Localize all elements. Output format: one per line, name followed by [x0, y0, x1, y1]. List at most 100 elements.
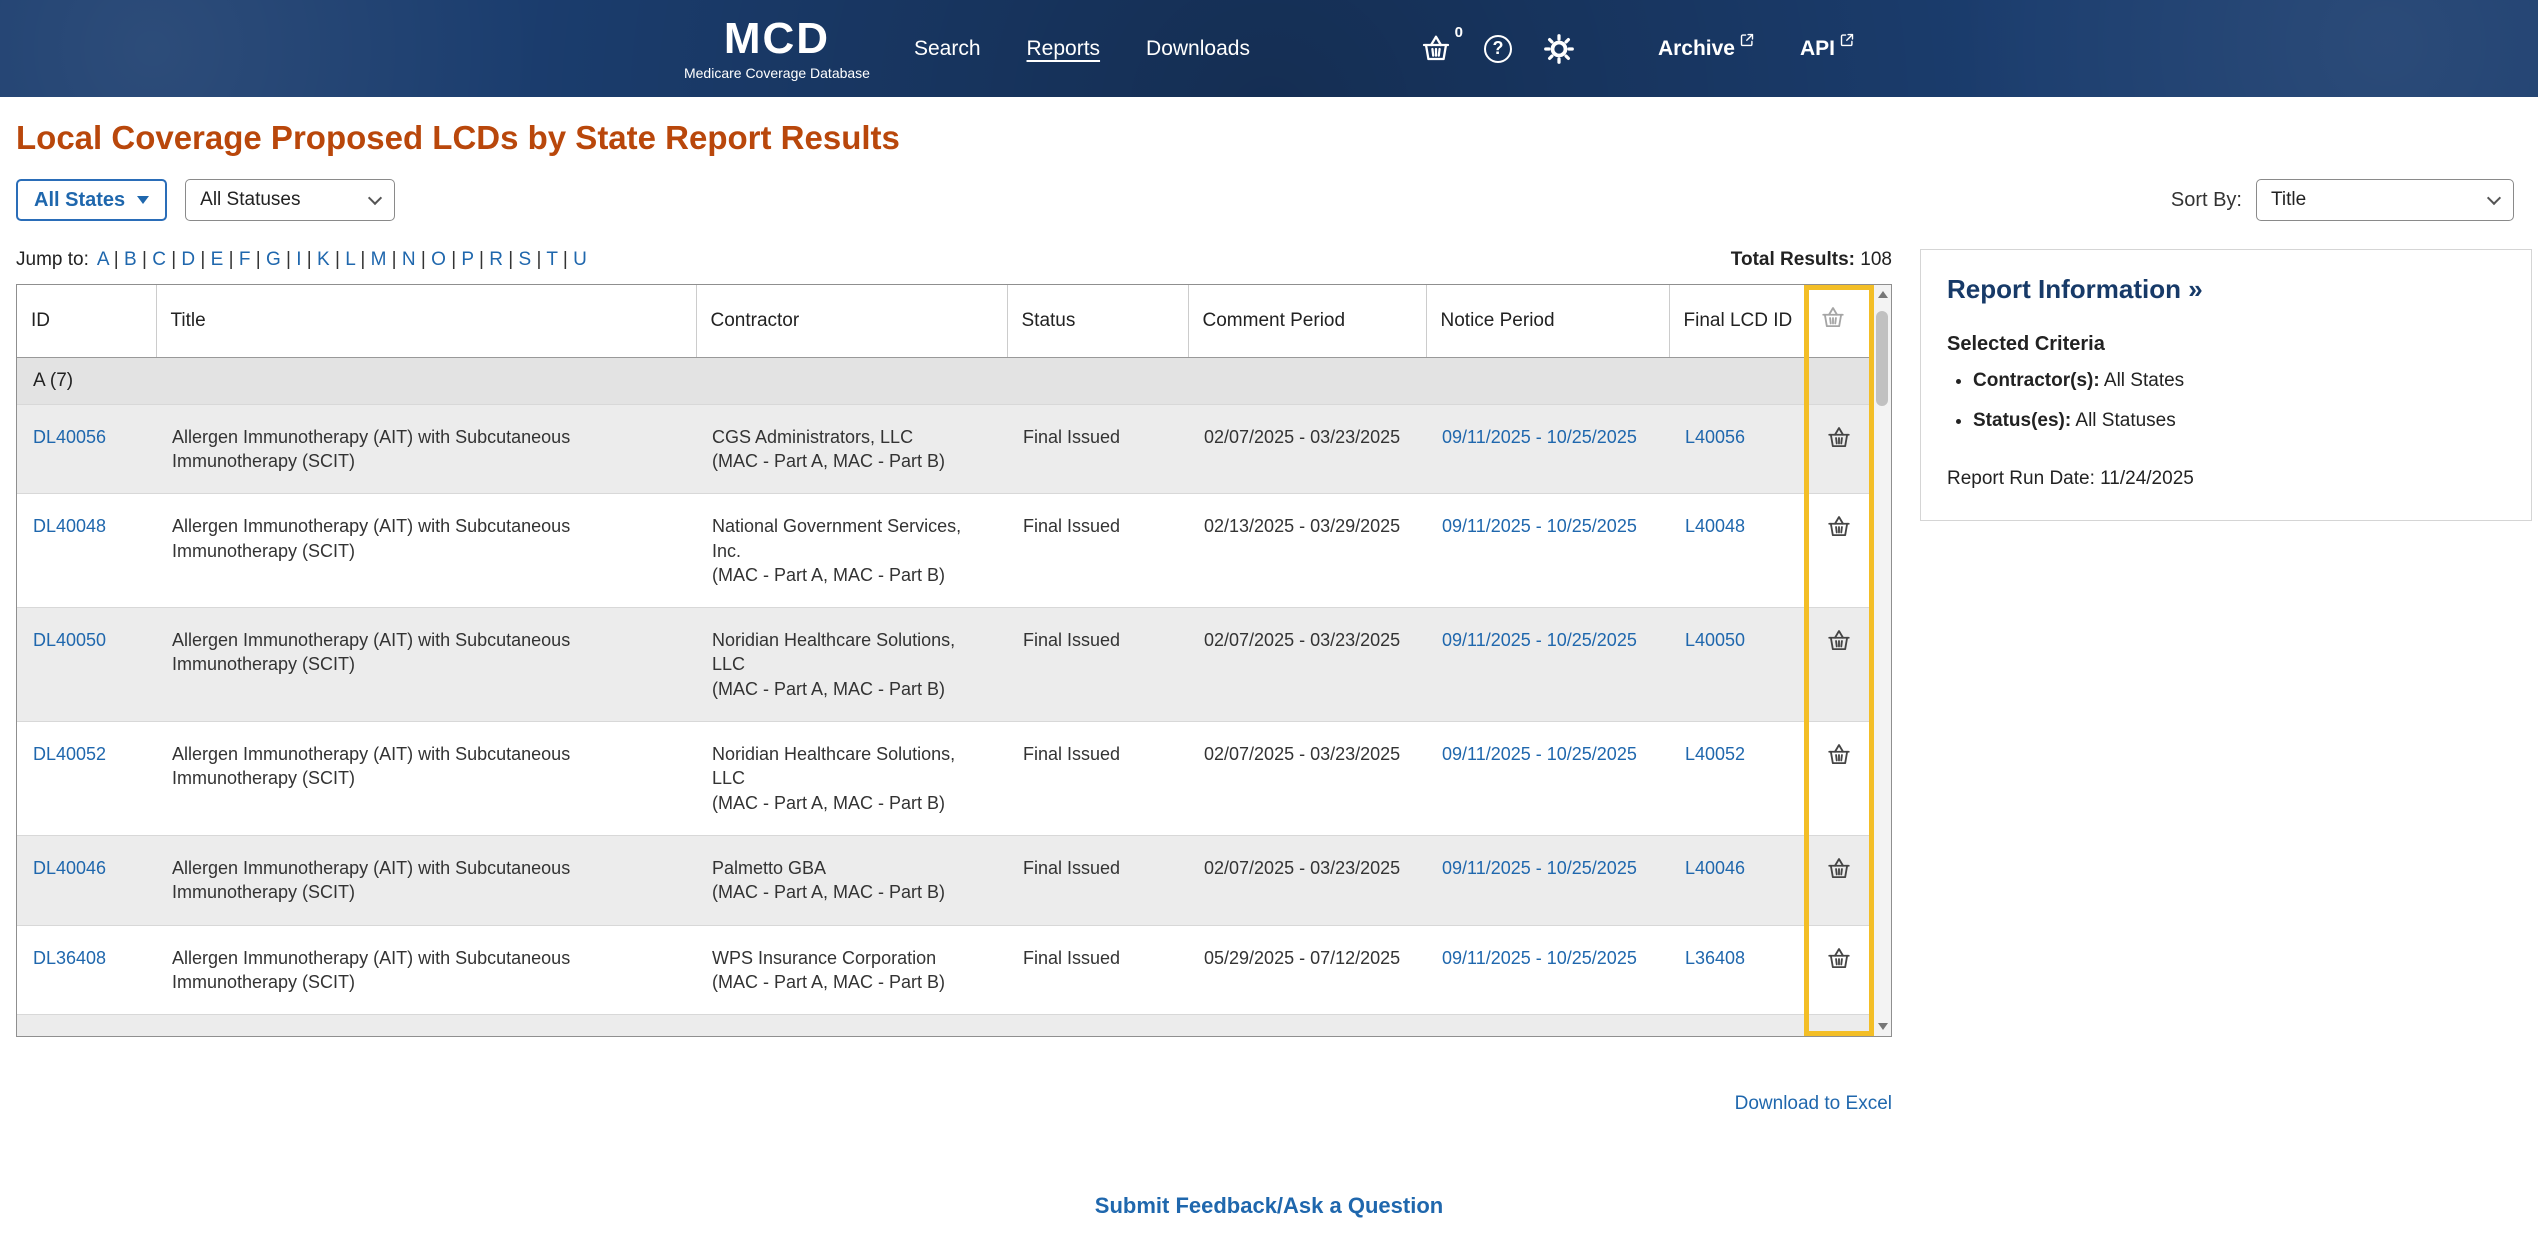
table-scrollbar[interactable]	[1873, 285, 1891, 1036]
row-comment-period: 02/07/2025 - 03/23/2025	[1188, 607, 1426, 722]
group-label: A (7)	[17, 357, 1873, 405]
row-notice-period-link[interactable]: 09/11/2025 - 10/25/2025	[1442, 948, 1637, 968]
final-lcd-id-link[interactable]: L40056	[1685, 427, 1745, 447]
mcd-logo[interactable]: MCD Medicare Coverage Database	[684, 13, 870, 81]
lcd-id-link[interactable]: DL40046	[33, 858, 106, 878]
row-notice-period-link[interactable]: 09/11/2025 - 10/25/2025	[1442, 744, 1637, 764]
criteria-value: All Statuses	[2071, 410, 2176, 431]
row-notice-period-link[interactable]: 09/11/2025 - 10/25/2025	[1442, 427, 1637, 447]
jump-letter-d[interactable]: D	[166, 249, 195, 270]
contractor-name: Noridian Healthcare Solutions, LLC	[712, 744, 956, 789]
contractor-mac: (MAC - Part A, MAC - Part B)	[712, 564, 946, 585]
scroll-down-icon[interactable]	[1877, 1022, 1888, 1030]
contractor-mac: (MAC - Part A, MAC - Part B)	[712, 450, 946, 471]
report-information-heading[interactable]: Report Information »	[1947, 274, 2505, 305]
row-notice-period-link[interactable]: 09/11/2025 - 10/25/2025	[1442, 630, 1637, 650]
row-title: Allergen Immunotherapy (AIT) with Subcut…	[156, 403, 696, 494]
add-to-basket-button[interactable]	[1826, 628, 1852, 654]
criteria-item: Status(es): All Statuses	[1973, 410, 2505, 432]
table-row: DL36408 Allergen Immunotherapy (AIT) wit…	[17, 924, 1873, 1015]
states-filter-button[interactable]: All States	[16, 179, 168, 221]
sort-by-value: Title	[2271, 189, 2307, 210]
settings-button[interactable]	[1544, 34, 1574, 64]
jump-letter-t[interactable]: T	[531, 249, 557, 270]
nav-reports[interactable]: Reports	[1027, 37, 1101, 61]
add-to-basket-button[interactable]	[1826, 742, 1852, 768]
add-to-basket-button[interactable]	[1826, 856, 1852, 882]
jump-letter-g[interactable]: G	[250, 249, 280, 270]
table-header-row: ID Title Contractor Status Comment Perio…	[17, 285, 1873, 358]
help-button[interactable]: ?	[1483, 34, 1512, 63]
row-title: Allergen Immunotherapy (AIT) with Subcut…	[156, 924, 696, 1015]
jump-row: Jump to: ABCDEFGIKLMNOPRSTU Total Result…	[16, 249, 1892, 271]
final-lcd-id-link[interactable]: L36408	[1685, 948, 1745, 968]
scrollbar-thumb[interactable]	[1876, 311, 1888, 406]
basket-icon	[1826, 856, 1852, 882]
basket-button[interactable]: 0	[1420, 24, 1463, 65]
contractor-mac: (MAC - Part A, MAC - Part B)	[712, 882, 946, 903]
add-to-basket-button[interactable]	[1826, 946, 1852, 972]
chevron-down-icon	[368, 190, 383, 205]
row-contractor: CGS Administrators, LLC (MAC - Part A, M…	[696, 403, 1007, 494]
lcd-id-link[interactable]: DL40050	[33, 630, 106, 650]
api-link[interactable]: API	[1800, 37, 1854, 61]
lcd-id-link[interactable]: DL36408	[33, 948, 106, 968]
row-contractor: National Government Services, Inc. (MAC …	[696, 493, 1007, 608]
row-title: Allergen Immunotherapy (AIT) with Subcut…	[156, 721, 696, 836]
lcd-id-link[interactable]: DL40048	[33, 516, 106, 536]
jump-letters: ABCDEFGIKLMNOPRSTU	[97, 249, 587, 271]
final-lcd-id-link[interactable]: L40046	[1685, 858, 1745, 878]
add-to-basket-button[interactable]	[1826, 514, 1852, 540]
scroll-up-icon[interactable]	[1877, 291, 1888, 298]
jump-letter-a[interactable]: A	[97, 249, 109, 270]
submit-feedback-link[interactable]: Submit Feedback/Ask a Question	[1095, 1193, 1443, 1218]
logo-title: MCD	[723, 13, 831, 63]
jump-letter-m[interactable]: M	[355, 249, 386, 270]
jump-letter-p[interactable]: P	[446, 249, 474, 270]
sort-by-select[interactable]: Title	[2256, 179, 2514, 221]
table-row: DL40048 Allergen Immunotherapy (AIT) wit…	[17, 493, 1873, 608]
results-table-wrap: ID Title Contractor Status Comment Perio…	[16, 284, 1892, 1037]
contractor-mac: (MAC - Part A, MAC - Part B)	[712, 792, 946, 813]
jump-letter-o[interactable]: O	[416, 249, 446, 270]
nav-search[interactable]: Search	[914, 37, 981, 61]
jump-letter-c[interactable]: C	[137, 249, 166, 270]
selected-criteria-heading: Selected Criteria	[1947, 333, 2105, 355]
row-comment-period: 02/07/2025 - 03/23/2025	[1188, 834, 1426, 925]
jump-letter-i[interactable]: I	[281, 249, 302, 270]
jump-letter-n[interactable]: N	[386, 249, 415, 270]
nav-downloads[interactable]: Downloads	[1146, 37, 1250, 61]
lcd-id-link[interactable]: DL40056	[33, 427, 106, 447]
col-header-contractor: Contractor	[696, 285, 1008, 358]
statuses-select[interactable]: All Statuses	[185, 179, 396, 221]
row-contractor: Palmetto GBA (MAC - Part A, MAC - Part B…	[696, 834, 1007, 925]
row-notice-period-link[interactable]: 09/11/2025 - 10/25/2025	[1442, 858, 1637, 878]
row-comment-period: 05/29/2025 - 07/12/2025	[1188, 924, 1426, 1015]
archive-link[interactable]: Archive	[1658, 37, 1754, 61]
row-comment-period: 02/07/2025 - 03/23/2025	[1188, 403, 1426, 494]
row-notice-period-link[interactable]: 09/11/2025 - 10/25/2025	[1442, 516, 1637, 536]
jump-letter-k[interactable]: K	[302, 249, 330, 270]
jump-letter-u[interactable]: U	[558, 249, 587, 270]
jump-letter-e[interactable]: E	[195, 249, 223, 270]
sort-by-label: Sort By:	[2170, 188, 2242, 211]
final-lcd-id-link[interactable]: L40050	[1685, 630, 1745, 650]
table-row: DL40046 Allergen Immunotherapy (AIT) wit…	[17, 834, 1873, 925]
add-to-basket-button[interactable]	[1826, 425, 1852, 451]
row-status: Final Issued	[1007, 924, 1188, 1015]
jump-letter-b[interactable]: B	[109, 249, 137, 270]
final-lcd-id-link[interactable]: L40048	[1685, 516, 1745, 536]
jump-letter-s[interactable]: S	[503, 249, 531, 270]
lcd-id-link[interactable]: DL40052	[33, 744, 106, 764]
final-lcd-id-link[interactable]: L40052	[1685, 744, 1745, 764]
download-to-excel-link[interactable]: Download to Excel	[1735, 1093, 1892, 1114]
basket-icon	[1826, 425, 1852, 451]
basket-icon	[1820, 305, 1846, 331]
archive-label: Archive	[1657, 36, 1735, 60]
jump-letter-f[interactable]: F	[223, 249, 250, 270]
jump-letter-l[interactable]: L	[330, 249, 355, 270]
jump-letter-r[interactable]: R	[474, 249, 503, 270]
contractor-mac: (MAC - Part A, MAC - Part B)	[712, 678, 946, 699]
row-status: Final Issued	[1007, 721, 1188, 836]
total-results-value: 108	[1860, 249, 1892, 270]
